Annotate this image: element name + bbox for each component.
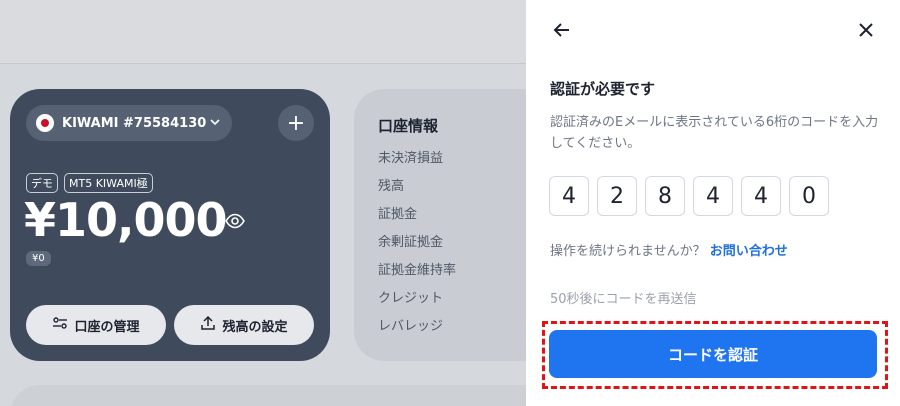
account-selector[interactable]: KIWAMI #75584130 <box>26 105 232 141</box>
bottom-card <box>10 385 570 406</box>
info-item: 未決済損益 <box>378 151 444 166</box>
code-digit-input[interactable]: 4 <box>693 176 733 216</box>
upload-icon <box>200 315 216 335</box>
contact-link[interactable]: お問い合わせ <box>710 244 788 259</box>
help-prompt: 操作を続けられませんか？ <box>550 244 706 259</box>
account-card: KIWAMI #75584130 + デモ MT5 KIWAMI極 ¥10,00… <box>10 89 330 361</box>
code-digit-input[interactable]: 4 <box>549 176 589 216</box>
eye-icon[interactable] <box>224 210 246 232</box>
resend-countdown: 50秒後にコードを再送信 <box>550 292 697 307</box>
close-icon[interactable] <box>854 18 878 42</box>
code-input-row: 4 2 8 4 4 0 <box>549 176 829 216</box>
manage-account-button[interactable]: 口座の管理 <box>26 305 166 345</box>
verify-code-button[interactable]: コードを認証 <box>549 330 877 378</box>
verification-panel: 認証が必要です 認証済みのEメールに表示されている6桁のコードを入力してください… <box>526 0 900 406</box>
code-digit-input[interactable]: 8 <box>645 176 685 216</box>
code-digit-input[interactable]: 4 <box>741 176 781 216</box>
account-info-card: 口座情報 未決済損益 残高 証拠金 余剰証拠金 証拠金維持率 クレジット レバレ… <box>354 89 554 361</box>
account-info-list: 未決済損益 残高 証拠金 余剰証拠金 証拠金維持率 クレジット レバレッジ <box>378 149 456 345</box>
tag-demo: デモ <box>26 173 58 193</box>
add-account-button[interactable]: + <box>278 105 314 141</box>
set-balance-label: 残高の設定 <box>222 319 288 335</box>
account-selector-label: KIWAMI #75584130 <box>62 115 207 131</box>
balance-amount: ¥10,000 <box>24 193 228 247</box>
info-item: クレジット <box>378 291 444 306</box>
top-bar <box>0 0 540 64</box>
account-tags: デモ MT5 KIWAMI極 <box>26 173 153 193</box>
sliders-icon <box>52 315 68 335</box>
info-item: 証拠金 <box>378 207 418 222</box>
chevron-down-icon <box>208 115 222 132</box>
back-arrow-icon[interactable] <box>550 18 574 42</box>
help-text: 操作を続けられませんか？ お問い合わせ <box>550 240 788 259</box>
info-item: 証拠金維持率 <box>378 263 457 278</box>
info-item: 残高 <box>378 179 405 194</box>
tag-account-type: MT5 KIWAMI極 <box>64 173 153 193</box>
code-digit-input[interactable]: 2 <box>597 176 637 216</box>
set-balance-button[interactable]: 残高の設定 <box>174 305 314 345</box>
japan-flag-icon <box>36 114 54 132</box>
info-item: 余剰証拠金 <box>378 235 444 250</box>
panel-title: 認証が必要です <box>550 80 656 98</box>
sub-balance-badge: ¥0 <box>26 251 51 266</box>
info-item: レバレッジ <box>378 319 444 334</box>
code-digit-input[interactable]: 0 <box>789 176 829 216</box>
plus-icon: + <box>286 110 306 136</box>
account-info-title: 口座情報 <box>378 117 439 135</box>
panel-description: 認証済みのEメールに表示されている6桁のコードを入力してください。 <box>550 115 879 151</box>
manage-account-label: 口座の管理 <box>74 319 140 335</box>
